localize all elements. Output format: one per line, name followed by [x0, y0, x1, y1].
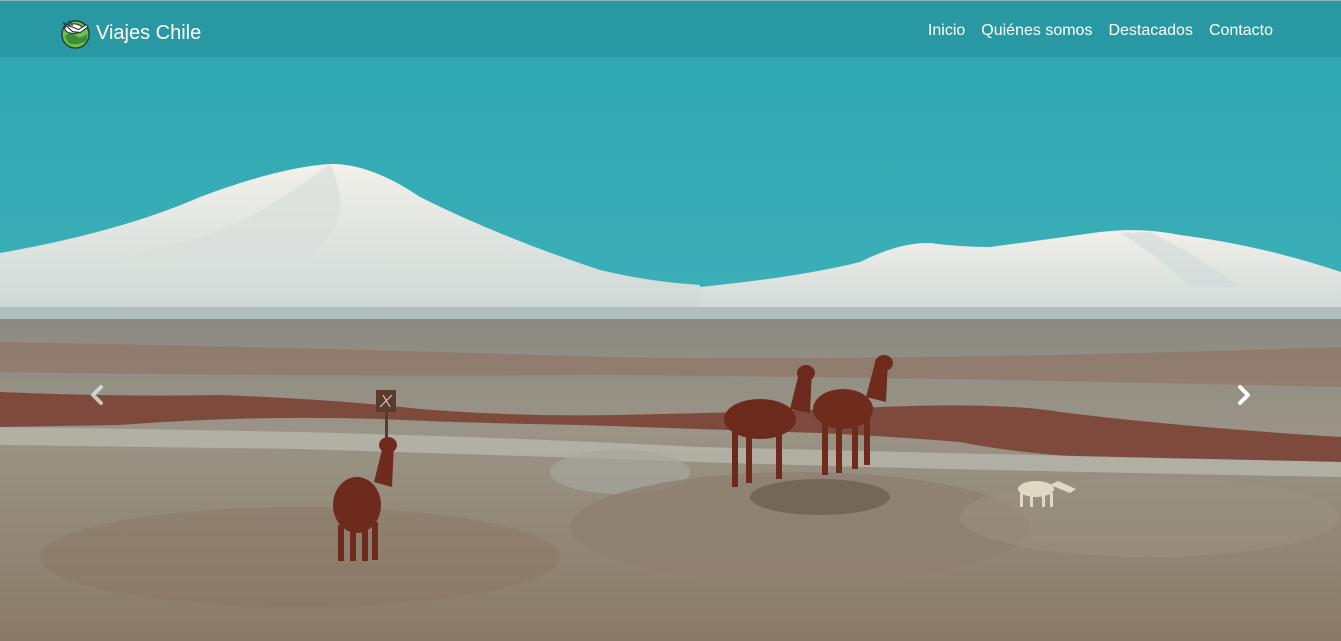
- nav-menu: Inicio Quiénes somos Destacados Contacto: [928, 21, 1273, 41]
- nav-link-inicio[interactable]: Inicio: [928, 21, 965, 41]
- nav-link-destacados[interactable]: Destacados: [1108, 21, 1193, 41]
- chevron-right-icon: [1238, 385, 1250, 405]
- carousel-prev-button[interactable]: [82, 375, 112, 415]
- carousel-next-button[interactable]: [1229, 375, 1259, 415]
- globe-plane-logo-icon: [61, 19, 90, 49]
- altiplano-llamas-volcano-photo: [0, 57, 1341, 641]
- hero-carousel: [0, 57, 1341, 641]
- nav-link-contacto[interactable]: Contacto: [1209, 21, 1273, 41]
- brand-link[interactable]: Viajes Chile: [59, 17, 201, 49]
- chevron-left-icon: [91, 385, 103, 405]
- brand-name: Viajes Chile: [96, 22, 202, 44]
- navbar: Viajes Chile Inicio Quiénes somos Destac…: [0, 0, 1341, 57]
- nav-link-quienes-somos[interactable]: Quiénes somos: [981, 21, 1092, 41]
